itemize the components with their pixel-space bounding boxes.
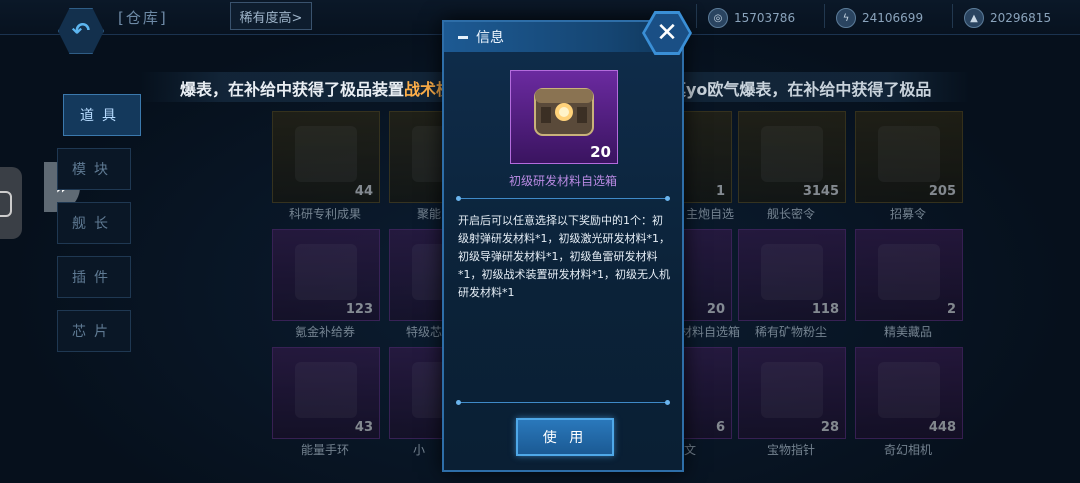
item-image (878, 362, 940, 418)
divider (824, 4, 825, 28)
divider (456, 400, 670, 405)
item-count: 20 (706, 302, 725, 317)
grid-item[interactable]: 118 (738, 229, 846, 321)
item-image (761, 362, 823, 418)
item-count: 448 (928, 420, 956, 435)
item-count: 44 (354, 184, 373, 199)
item-image (761, 244, 823, 300)
tab-items[interactable]: 道具 (63, 94, 141, 136)
item-image (878, 244, 940, 300)
resource-value: 20296815 (990, 11, 1052, 25)
tab-chips[interactable]: 芯片 (57, 310, 131, 352)
item-image (295, 362, 357, 418)
item-label: 科研专利成果 (288, 207, 361, 221)
grid-item[interactable]: 44 (272, 111, 380, 203)
back-arrow-icon: ↶ (71, 18, 91, 44)
item-label: 稀有矿物粉尘 (754, 325, 827, 339)
resource-ships: ▲ 20296815 (964, 8, 1051, 28)
coin-icon: ◎ (708, 8, 728, 28)
grid-item[interactable]: 43 (272, 347, 380, 439)
item-count: 3145 (802, 184, 839, 199)
item-count: 2 (946, 302, 956, 317)
header-dash (458, 35, 468, 39)
item-count: 6 (715, 420, 725, 435)
item-image (761, 126, 823, 182)
resource-value: 24106699 (862, 11, 924, 25)
system-floating-pill[interactable] (0, 167, 22, 239)
item-label: 奇幻相机 (883, 443, 932, 457)
resource-value: 15703786 (734, 11, 796, 25)
item-label: 主炮自选 (685, 207, 734, 221)
item-preview: 20 (510, 70, 618, 164)
resource-coins: ◎ 15703786 (708, 8, 795, 28)
grid-item[interactable]: 123 (272, 229, 380, 321)
item-label: 小 (412, 443, 425, 457)
info-modal: 信息 20 初级研发材料自选箱 开启后可以任意选择以下奖励中的1个：初级射弹研发… (442, 20, 684, 472)
page-title: [仓库] (118, 9, 168, 27)
grid-item[interactable]: 205 (855, 111, 963, 203)
close-icon: ✕ (656, 18, 678, 48)
item-count: 28 (820, 420, 839, 435)
item-image (878, 126, 940, 182)
item-label: 宝物指针 (766, 443, 815, 457)
item-count: 43 (354, 420, 373, 435)
tab-plugins[interactable]: 插件 (57, 256, 131, 298)
item-count: 205 (928, 184, 956, 199)
modal-title: 信息 (476, 30, 504, 46)
item-count: 123 (345, 302, 373, 317)
energy-icon: ϟ (836, 8, 856, 28)
grid-item[interactable]: 28 (738, 347, 846, 439)
item-label: 舰长密令 (766, 207, 815, 221)
item-label: 招募令 (889, 207, 926, 221)
tab-modules[interactable]: 模块 (57, 148, 131, 190)
item-image (295, 126, 357, 182)
divider (952, 4, 953, 28)
item-label: 氪金补给券 (294, 325, 355, 339)
item-label: 精美藏品 (883, 325, 932, 339)
item-label: 能量手环 (300, 443, 349, 457)
item-name: 初级研发材料自选箱 (508, 174, 617, 188)
use-button[interactable]: 使 用 (516, 418, 614, 456)
item-count: 1 (715, 184, 725, 199)
item-description: 开启后可以任意选择以下奖励中的1个：初级射弹研发材料*1，初级激光研发材料*1，… (458, 214, 670, 299)
item-image (295, 244, 357, 300)
grid-item[interactable]: 3145 (738, 111, 846, 203)
grid-item[interactable]: 448 (855, 347, 963, 439)
grid-item[interactable]: 2 (855, 229, 963, 321)
item-count: 118 (811, 302, 839, 317)
marquee-message: 尖莫yo欧气爆表，在补给中获得了极品 (654, 80, 932, 99)
marquee-message: 爆表，在补给中获得了极品装置战术核弹！ (180, 80, 484, 99)
divider (696, 4, 697, 28)
tab-captains[interactable]: 舰长 (57, 202, 131, 244)
sort-button[interactable]: 稀有度高> (230, 2, 312, 30)
ship-icon: ▲ (964, 8, 984, 28)
item-label: 材料自选箱 (679, 325, 740, 339)
chest-icon (534, 88, 594, 136)
item-count: 20 (590, 143, 611, 161)
resource-energy: ϟ 24106699 (836, 8, 923, 28)
divider (456, 196, 670, 201)
